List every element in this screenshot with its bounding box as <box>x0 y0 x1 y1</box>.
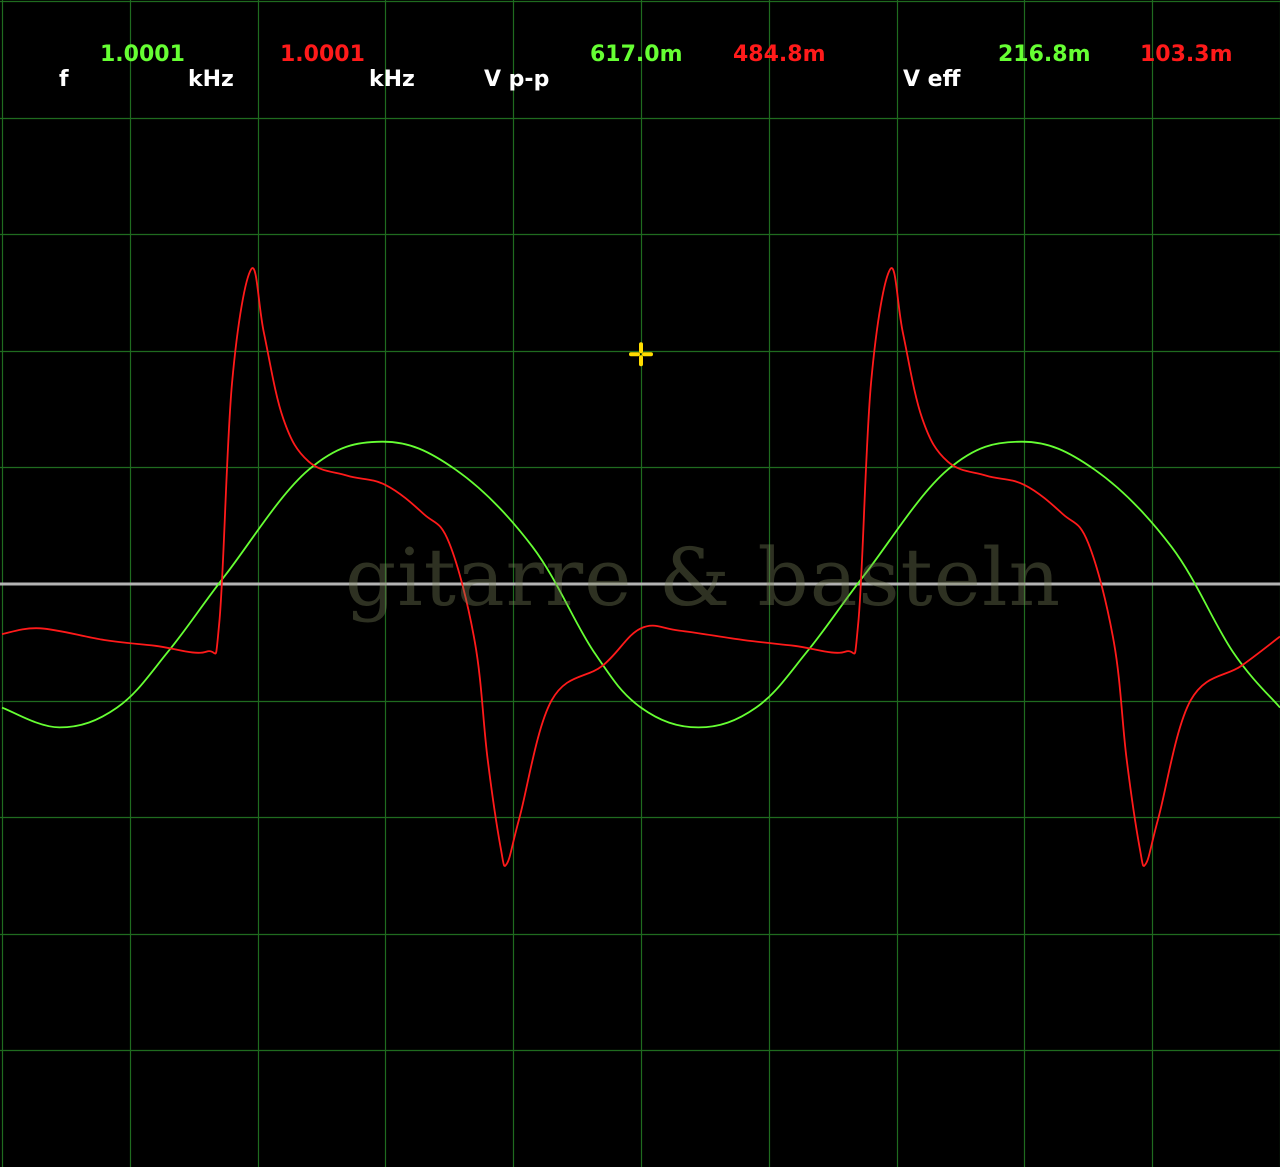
vpp-ch2-value: 484.8m <box>733 42 826 67</box>
veff-label: V eff <box>903 67 961 92</box>
veff-ch2-value: 103.3m <box>1140 42 1233 67</box>
freq-label: f <box>59 67 69 92</box>
freq-ch1-unit: kHz <box>188 67 234 92</box>
freq-ch2-value: 1.0001 <box>280 42 365 67</box>
veff-ch1-value: 216.8m <box>998 42 1091 67</box>
vpp-label: V p-p <box>484 67 550 92</box>
freq-ch1-value: 1.0001 <box>100 42 185 67</box>
watermark: gitarre & basteln <box>345 531 1062 624</box>
freq-ch2-unit: kHz <box>369 67 415 92</box>
vpp-ch1-value: 617.0m <box>590 42 683 67</box>
oscilloscope-screen: gitarre & basteln f 1.0001 kHz 1.0001 kH… <box>0 0 1280 1167</box>
